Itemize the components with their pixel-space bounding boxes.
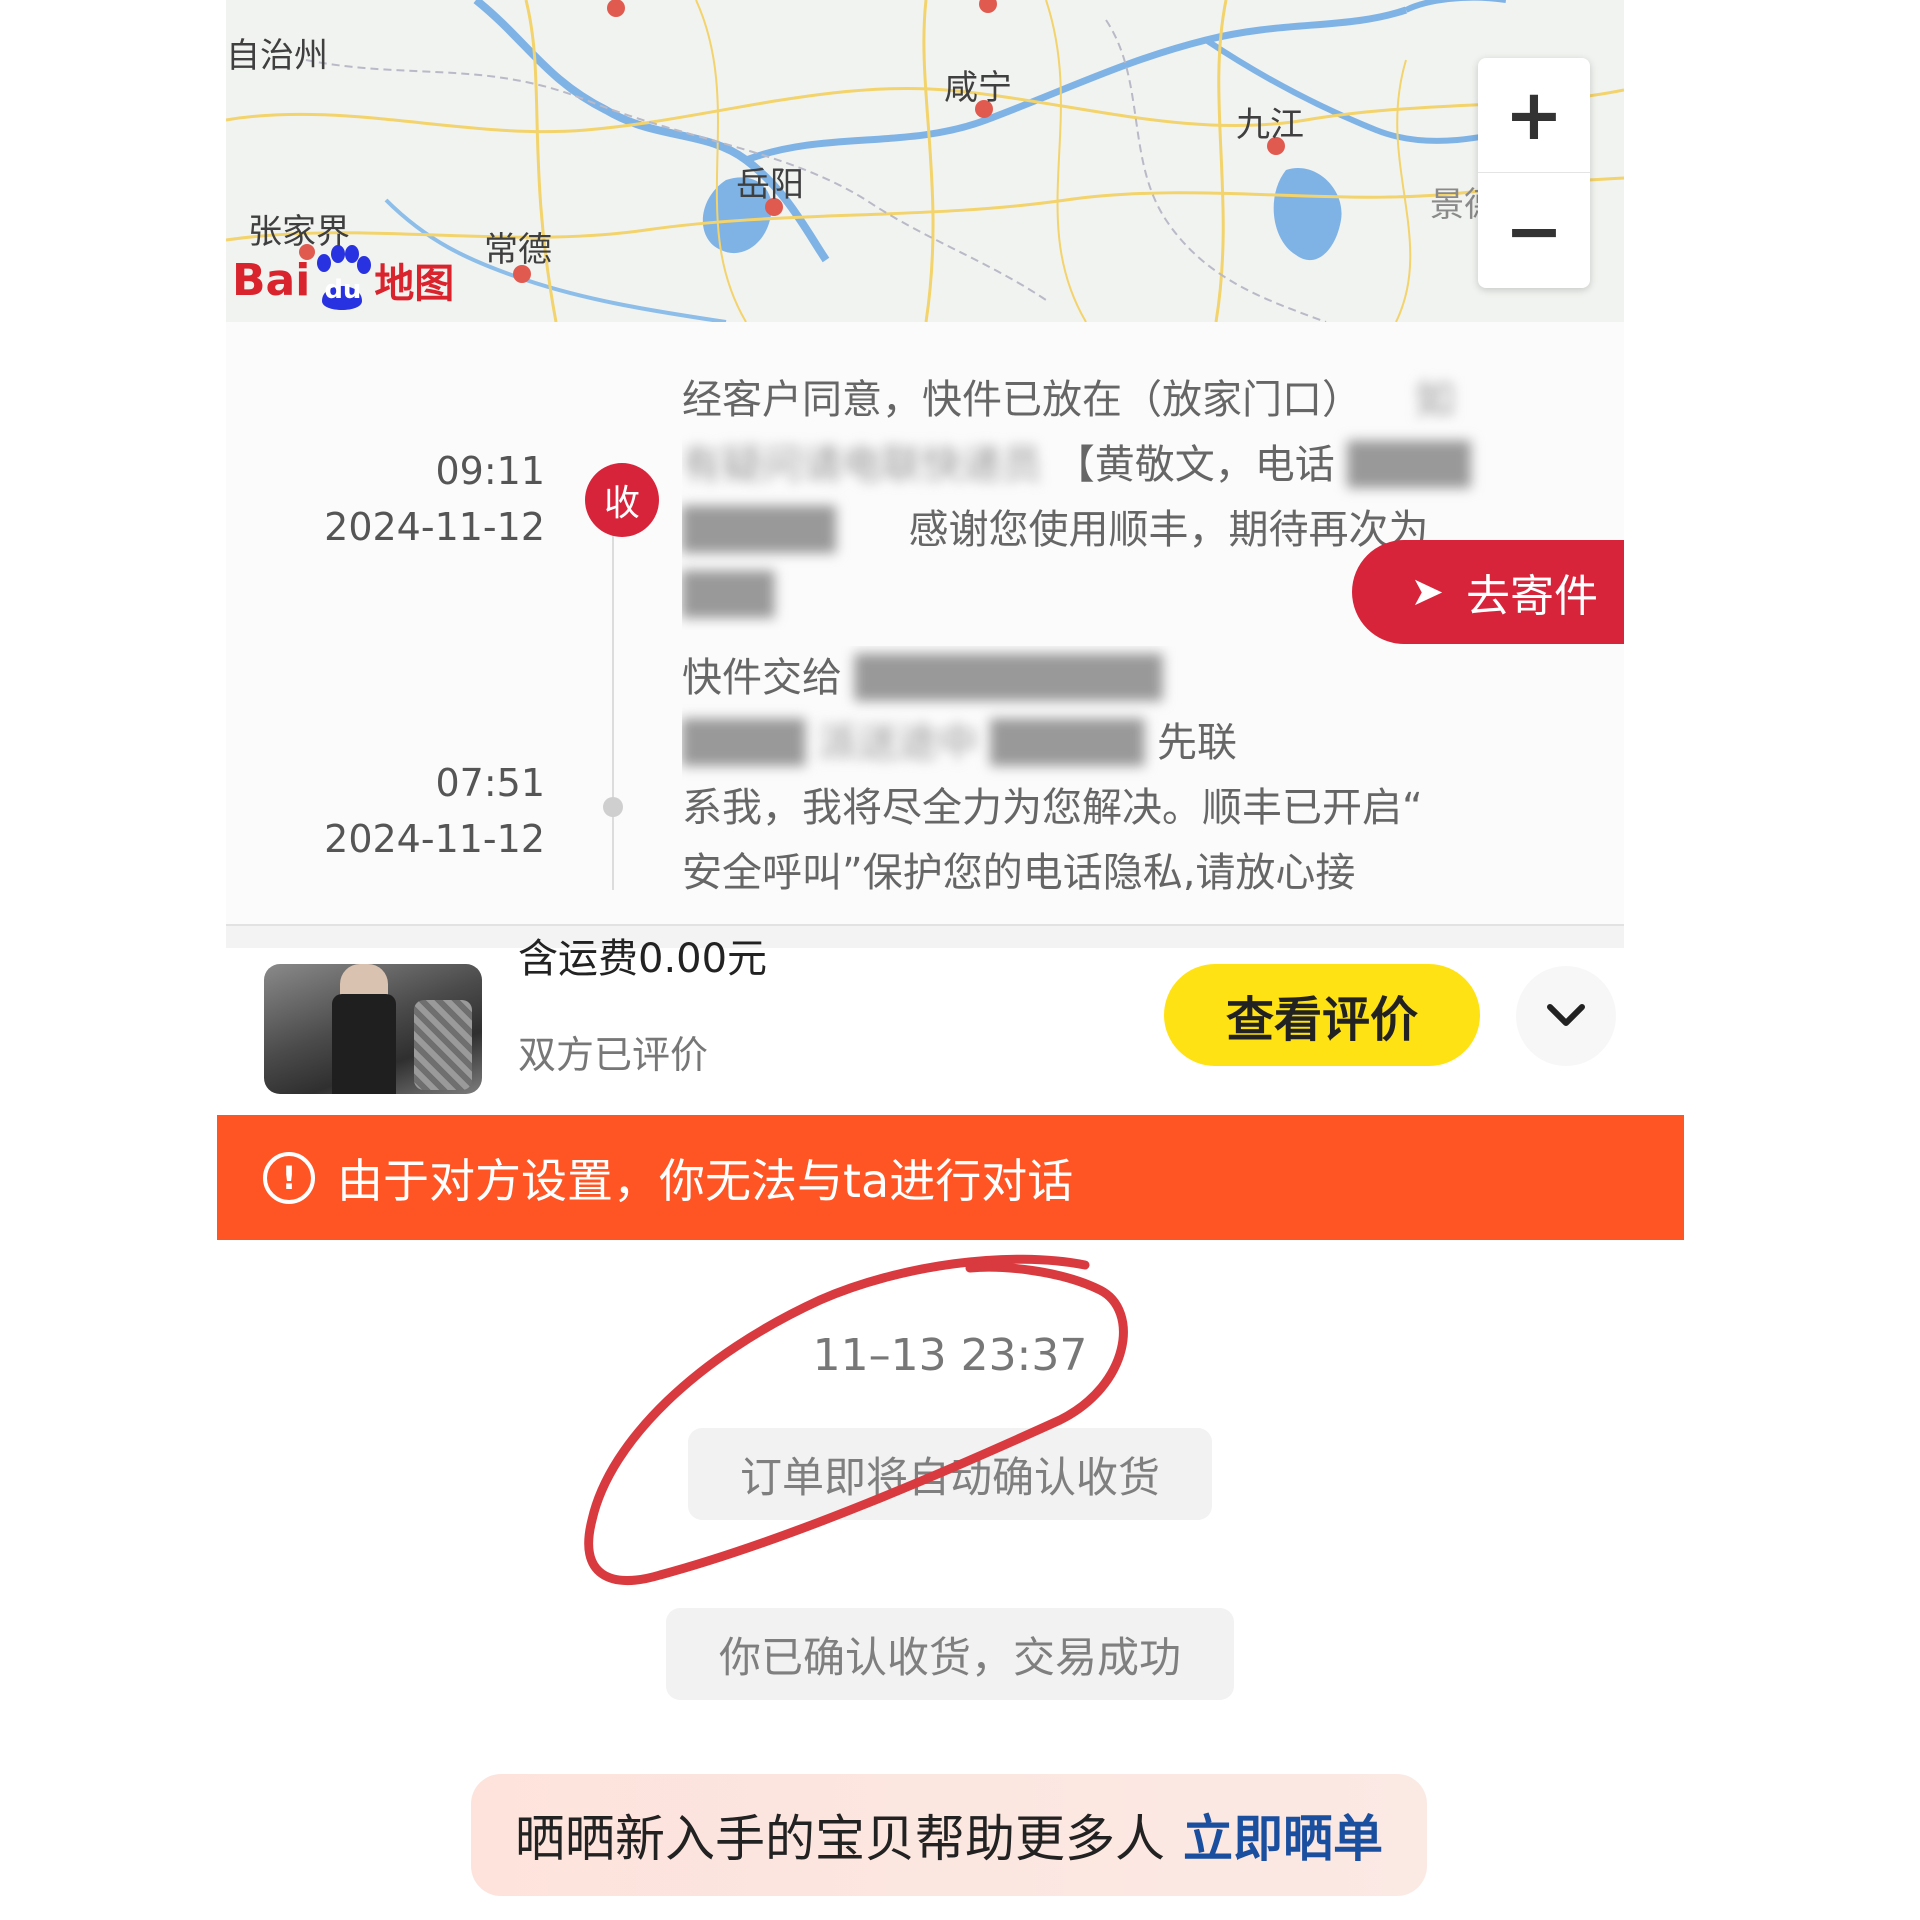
tracking-event-2-line3: 系我，我将尽全力为您解决。顺丰已开启“ <box>682 785 1423 831</box>
map-label-xianning: 咸宁 <box>944 68 1012 108</box>
tracking-event-2-description: 快件交给 ██████████ ████ 派送途中 █████ 先联 系我，我将… <box>682 646 1542 890</box>
baidu-logo-bai: Bai <box>232 254 311 306</box>
tracking-event-1-line1-end: 如 <box>1414 377 1455 423</box>
chevron-down-icon <box>1547 1004 1585 1026</box>
timeline-line <box>612 500 614 890</box>
map-label-yueyang: 岳阳 <box>736 165 804 205</box>
share-now-link[interactable]: 立即晒单 <box>1183 1799 1383 1871</box>
map-label-changde: 常德 <box>484 230 552 270</box>
tracking-event-1-line2-blurred: 有疑问请电联快递员 <box>682 442 1042 488</box>
tracking-event-1-line2: 【黄敬文，电话 <box>1054 442 1335 488</box>
tracking-event-1-line1: 经客户同意，快件已放在（放家门口） <box>682 377 1362 423</box>
chat-blocked-banner: ! 由于对方设置，你无法与ta进行对话 <box>217 1115 1684 1240</box>
redacted-phone-2: █████ <box>682 507 836 553</box>
tracking-event-1-time-block: 09:11 2024-11-12 <box>305 443 545 555</box>
zoom-out-button[interactable]: − <box>1478 174 1590 288</box>
baidu-logo-du: du <box>324 275 362 305</box>
tracking-event-1-line3: 感谢您使用顺丰，期待再次为 <box>908 507 1429 553</box>
tracking-event-2-line1: 快件交给 <box>682 655 842 701</box>
timeline-dot <box>603 797 623 817</box>
system-message-auto-confirm: 订单即将自动确认收货 <box>688 1428 1212 1520</box>
tracking-event-2-line2: 派送途中 <box>817 720 978 766</box>
message-timestamp: 11–13 23:37 <box>812 1330 1088 1381</box>
baidu-paw-icon: du <box>312 245 372 315</box>
view-review-button[interactable]: 查看评价 <box>1164 964 1480 1066</box>
tracking-event-1-date: 2024-11-12 <box>324 505 545 549</box>
paper-plane-icon: ➤ <box>1410 569 1444 615</box>
map-label-zizhizhou: 自治州 <box>226 36 328 76</box>
redacted-text: █████ <box>990 720 1145 766</box>
screenshot-root: 自治州 咸宁 九江 岳阳 景德镇 张家界 常德 + − Bai du 地图 <box>0 0 1920 1920</box>
baidu-map-logo: Bai du 地图 <box>232 240 454 320</box>
share-prompt-text: 晒晒新入手的宝贝帮助更多人 <box>515 1810 1165 1868</box>
map-label-jiujiang: 九江 <box>1236 105 1304 145</box>
tracking-event-2-line2-end: 先联 <box>1157 720 1238 766</box>
map-zoom-control: + − <box>1478 58 1590 288</box>
tracking-event-2-time: 07:51 <box>435 761 545 805</box>
chat-blocked-text: 由于对方设置，你无法与ta进行对话 <box>337 1153 1074 1208</box>
expand-button[interactable] <box>1516 966 1616 1066</box>
share-review-banner[interactable]: 晒晒新入手的宝贝帮助更多人 立即晒单 <box>471 1774 1427 1896</box>
warning-icon: ! <box>263 1151 315 1204</box>
card-bottom-edge <box>226 926 1624 948</box>
send-package-button[interactable]: ➤ 去寄件 <box>1352 540 1624 644</box>
redacted-courier: ██████████ <box>854 655 1163 701</box>
tracking-event-2-date: 2024-11-12 <box>324 817 545 861</box>
zoom-in-button[interactable]: + <box>1478 58 1590 173</box>
map-view[interactable]: 自治州 咸宁 九江 岳阳 景德镇 张家界 常德 + − Bai du 地图 <box>226 0 1624 322</box>
received-badge-icon: 收 <box>585 463 659 537</box>
redacted-phone: ████ <box>1347 442 1471 488</box>
system-message-confirmed: 你已确认收货，交易成功 <box>666 1608 1234 1700</box>
order-summary-row: 含运费0.00元 双方已评价 查看评价 <box>226 936 1646 1098</box>
order-freight: 含运费0.00元 <box>518 936 768 982</box>
order-status: 双方已评价 <box>518 1033 709 1077</box>
tracking-event-2-line4: 安全呼叫”保护您的电话隐私,请放心接 <box>682 850 1356 890</box>
tracking-event-2-time-block: 07:51 2024-11-12 <box>305 755 545 867</box>
product-thumbnail[interactable] <box>264 964 482 1094</box>
send-package-label: 去寄件 <box>1466 571 1598 622</box>
redacted-number: ████ <box>682 720 806 766</box>
tracking-event-1-time: 09:11 <box>435 449 545 493</box>
baidu-logo-map: 地图 <box>374 261 455 307</box>
